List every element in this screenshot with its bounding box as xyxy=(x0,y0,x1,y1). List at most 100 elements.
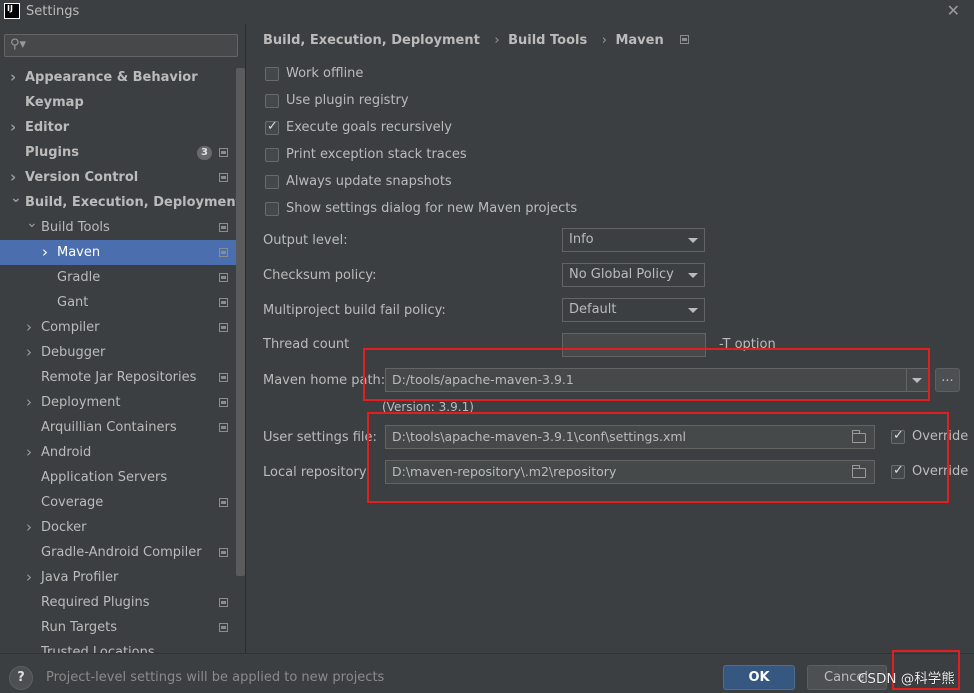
breadcrumb-item[interactable]: Build, Execution, Deployment xyxy=(263,33,480,48)
checkbox-label: Always update snapshots xyxy=(286,174,452,189)
sidebar-item[interactable]: › Maven xyxy=(0,240,236,265)
search-icon: ⚲▾ xyxy=(10,37,27,52)
annotation-box xyxy=(363,348,930,401)
sidebar-item-label: Required Plugins xyxy=(41,595,150,610)
project-scope-icon xyxy=(219,148,228,157)
breadcrumb-separator: › xyxy=(601,33,607,48)
output-level-value: Info xyxy=(569,232,594,247)
browse-maven-home-button[interactable]: ... xyxy=(935,368,960,392)
checkbox-label: Use plugin registry xyxy=(286,93,409,108)
sidebar-item[interactable]: › Version Control xyxy=(0,165,236,190)
sidebar-scrollbar[interactable] xyxy=(236,68,245,576)
maven-settings-panel: Build, Execution, Deployment › Build Too… xyxy=(246,24,974,653)
project-scope-icon xyxy=(680,35,690,44)
sidebar-item-label: Remote Jar Repositories xyxy=(41,370,197,385)
chevron-right-icon[interactable]: › xyxy=(26,515,32,540)
sidebar-item[interactable]: › Java Profiler xyxy=(0,565,236,590)
sidebar-item[interactable]: › Compiler xyxy=(0,315,236,340)
output-level-select[interactable]: Info xyxy=(562,228,705,252)
settings-sidebar: ⚲▾ › Appearance & Behavior Keymap › Editor Pl… xyxy=(0,24,246,653)
chevron-down-icon xyxy=(688,273,698,278)
sidebar-item-label: Android xyxy=(41,445,92,460)
checkbox[interactable] xyxy=(265,175,279,189)
sidebar-item[interactable]: Required Plugins xyxy=(0,590,236,615)
fail-policy-select[interactable]: Default xyxy=(562,298,705,322)
ok-button[interactable]: OK xyxy=(723,665,795,690)
chevron-right-icon[interactable]: › xyxy=(26,440,32,465)
sidebar-item[interactable]: Coverage xyxy=(0,490,236,515)
option-checkbox-row[interactable]: Use plugin registry xyxy=(265,92,585,110)
sidebar-item-label: Docker xyxy=(41,520,87,535)
intellij-logo-icon: IJ xyxy=(4,3,20,19)
sidebar-item[interactable]: Application Servers xyxy=(0,465,236,490)
project-scope-icon xyxy=(219,548,228,557)
project-scope-icon xyxy=(219,423,228,432)
sidebar-item-label: Coverage xyxy=(41,495,104,510)
chevron-right-icon[interactable]: › xyxy=(10,115,16,140)
chevron-down-icon[interactable]: ⌄ xyxy=(26,211,38,236)
settings-search-input[interactable]: ⚲▾ xyxy=(4,34,238,57)
sidebar-item-label: Maven xyxy=(57,245,101,260)
sidebar-item[interactable]: Plugins 3 xyxy=(0,140,236,165)
project-scope-icon xyxy=(219,173,228,182)
sidebar-item[interactable]: Remote Jar Repositories xyxy=(0,365,236,390)
fail-policy-label: Multiproject build fail policy: xyxy=(263,303,446,318)
sidebar-item-label: Plugins xyxy=(25,145,79,160)
annotation-box xyxy=(367,412,949,503)
project-scope-icon xyxy=(219,223,228,232)
sidebar-item-label: Deployment xyxy=(41,395,121,410)
checkbox-label: Execute goals recursively xyxy=(286,120,452,135)
breadcrumb-item[interactable]: Build Tools xyxy=(508,33,587,48)
sidebar-item-label: Trusted Locations xyxy=(41,645,155,653)
option-checkbox-row[interactable]: Execute goals recursively xyxy=(265,119,585,137)
chevron-down-icon[interactable]: ⌄ xyxy=(10,186,22,211)
chevron-right-icon[interactable]: › xyxy=(26,390,32,415)
sidebar-item[interactable]: › Appearance & Behavior xyxy=(0,65,236,90)
sidebar-item-label: Arquillian Containers xyxy=(41,420,177,435)
close-icon[interactable]: ✕ xyxy=(947,1,960,20)
chevron-right-icon[interactable]: › xyxy=(26,565,32,590)
help-button[interactable]: ? xyxy=(9,666,33,690)
sidebar-item[interactable]: Arquillian Containers xyxy=(0,415,236,440)
sidebar-item[interactable]: › Docker xyxy=(0,515,236,540)
sidebar-item[interactable]: Run Targets xyxy=(0,615,236,640)
sidebar-item[interactable]: › Android xyxy=(0,440,236,465)
title-bar: IJ Settings ✕ xyxy=(0,0,974,24)
sidebar-item[interactable]: ⌄ Build Tools xyxy=(0,215,236,240)
sidebar-item-label: Run Targets xyxy=(41,620,118,635)
checksum-policy-select[interactable]: No Global Policy xyxy=(562,263,705,287)
sidebar-item[interactable]: › Debugger xyxy=(0,340,236,365)
sidebar-item-label: Editor xyxy=(25,120,70,135)
chevron-right-icon[interactable]: › xyxy=(42,240,48,265)
sidebar-item[interactable]: Gradle xyxy=(0,265,236,290)
option-checkbox-row[interactable]: Show settings dialog for new Maven proje… xyxy=(265,200,585,218)
project-scope-icon xyxy=(219,323,228,332)
checkbox[interactable] xyxy=(265,148,279,162)
chevron-right-icon[interactable]: › xyxy=(10,65,16,90)
checkbox[interactable] xyxy=(265,202,279,216)
chevron-right-icon[interactable]: › xyxy=(26,340,32,365)
sidebar-item[interactable]: › Deployment xyxy=(0,390,236,415)
sidebar-item-label: Debugger xyxy=(41,345,106,360)
checkbox[interactable] xyxy=(265,119,279,135)
sidebar-item[interactable]: Trusted Locations xyxy=(0,640,236,653)
sidebar-item[interactable]: Keymap xyxy=(0,90,236,115)
checkbox-label: Print exception stack traces xyxy=(286,147,467,162)
option-checkbox-row[interactable]: Work offline xyxy=(265,65,585,83)
option-checkbox-row[interactable]: Print exception stack traces xyxy=(265,146,585,164)
user-settings-label: User settings file: xyxy=(263,430,377,445)
sidebar-item-label: Gradle-Android Compiler xyxy=(41,545,202,560)
sidebar-item-label: Gradle xyxy=(57,270,101,285)
option-checkbox-row[interactable]: Always update snapshots xyxy=(265,173,585,191)
project-scope-icon xyxy=(219,623,228,632)
checkbox[interactable] xyxy=(265,67,279,81)
thread-count-label: Thread count xyxy=(263,337,350,352)
checkbox[interactable] xyxy=(265,94,279,108)
chevron-right-icon[interactable]: › xyxy=(26,315,32,340)
project-scope-icon xyxy=(219,398,228,407)
sidebar-item-label: Keymap xyxy=(25,95,84,110)
sidebar-item[interactable]: › Editor xyxy=(0,115,236,140)
sidebar-item-label: Build Tools xyxy=(41,220,110,235)
sidebar-item[interactable]: Gant xyxy=(0,290,236,315)
sidebar-item[interactable]: Gradle-Android Compiler xyxy=(0,540,236,565)
